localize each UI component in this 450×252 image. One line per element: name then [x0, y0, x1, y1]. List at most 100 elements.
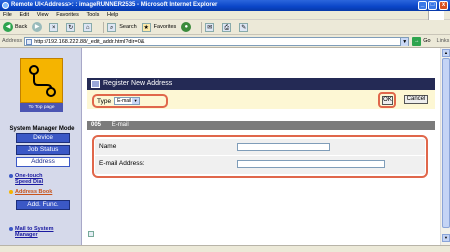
back-label: Back [15, 24, 28, 30]
menu-tools[interactable]: Tools [87, 12, 100, 18]
go-label: Go [423, 38, 431, 44]
page-icon [26, 38, 33, 45]
windows-logo-icon [428, 11, 444, 20]
name-label: Name [99, 143, 117, 150]
stop-icon: × [49, 22, 59, 32]
search-label: Search [119, 24, 137, 30]
minimize-button[interactable]: _ [418, 1, 427, 10]
page-icon [88, 231, 94, 237]
address-button[interactable]: Address [16, 157, 70, 167]
close-button[interactable]: x [439, 1, 448, 10]
address-url: http://192.168.222.88/_edit_addr.html?di… [34, 38, 145, 45]
search-icon: ⌕ [107, 22, 117, 32]
type-highlight: Type E-mail ▼ [92, 94, 168, 108]
type-select[interactable]: E-mail ▼ [114, 97, 141, 105]
one-touch-speed-dial-link[interactable]: One-touch Speed Dial [9, 173, 44, 185]
forward-arrow-icon: ▶ [32, 22, 43, 32]
browser-toolbar: ◀ Back ▶ × ↻ ⌂ ⌕ Search ★ Favorites ● ✉ … [0, 20, 450, 35]
edit-button[interactable]: ✎ [239, 22, 251, 32]
media-button[interactable]: ● [181, 22, 193, 32]
section-title: E-mail [111, 122, 129, 128]
menu-bar: File Edit View Favorites Tools Help [0, 11, 450, 20]
job-status-button[interactable]: Job Status [16, 145, 70, 155]
type-label: Type [97, 97, 112, 105]
cancel-button[interactable]: Cancel [404, 95, 428, 104]
route-icon [29, 65, 56, 97]
forward-button[interactable]: ▶ [32, 22, 44, 32]
chevron-down-icon: ▼ [132, 98, 140, 104]
scroll-thumb[interactable] [442, 58, 450, 228]
type-value: E-mail [117, 98, 132, 104]
media-icon: ● [181, 22, 192, 32]
main-area: Register New Address Type E-mail ▼ OK Ca… [82, 48, 440, 245]
device-button[interactable]: Device [16, 133, 70, 143]
home-icon: ⌂ [83, 22, 93, 32]
status-bar [0, 245, 450, 252]
mail-button[interactable]: ✉ [205, 22, 217, 32]
menu-edit[interactable]: Edit [20, 12, 29, 18]
register-title: Register New Address [103, 80, 173, 87]
bullet-icon [9, 227, 13, 231]
ok-highlight: OK [378, 92, 396, 108]
window-title: Remote UI<Address>: : imageRUNNER2535 - … [11, 2, 218, 8]
search-button[interactable]: ⌕ Search [107, 22, 137, 32]
menu-file[interactable]: File [3, 12, 12, 18]
left-sidebar: To Top page System Manager Mode Device J… [0, 48, 82, 245]
mail-link-line2: Manager [15, 232, 38, 238]
section-header: 005 E-mail [87, 121, 435, 130]
email-label: E-mail Address: [99, 160, 145, 167]
menu-help[interactable]: Help [107, 12, 118, 18]
refresh-icon: ↻ [66, 22, 76, 32]
go-button[interactable]: → Go [412, 36, 431, 46]
bullet-icon [9, 190, 13, 194]
ie-icon [2, 2, 9, 9]
address-label: Address [2, 38, 23, 44]
menu-view[interactable]: View [37, 12, 49, 18]
home-button[interactable]: ⌂ [83, 22, 95, 32]
email-row: E-mail Address: [95, 156, 425, 174]
toolbar-separator [201, 21, 203, 33]
top-page-link[interactable]: To Top page [20, 103, 63, 112]
fields-area: Name E-mail Address: [87, 130, 435, 221]
address-dropdown-icon[interactable]: ▼ [400, 37, 409, 46]
print-button[interactable]: ⎙ [222, 22, 234, 32]
register-header: Register New Address [87, 78, 435, 90]
edit-icon: ✎ [239, 22, 249, 32]
stop-button[interactable]: × [49, 22, 61, 32]
address-input[interactable]: http://192.168.222.88/_edit_addr.html?di… [24, 36, 410, 46]
ok-button[interactable]: OK [382, 96, 393, 105]
maximize-button[interactable]: □ [428, 1, 437, 10]
name-field[interactable] [237, 143, 330, 151]
back-button[interactable]: ◀ Back [3, 22, 27, 32]
type-row: Type E-mail ▼ OK Cancel [87, 90, 435, 109]
add-func-button[interactable]: Add. Func. [16, 200, 70, 210]
back-arrow-icon: ◀ [3, 22, 13, 32]
name-row: Name [95, 139, 425, 155]
address-book-label: Address Book [15, 189, 53, 195]
print-icon: ⎙ [222, 22, 232, 32]
favorites-button[interactable]: ★ Favorites [141, 22, 177, 32]
scroll-down-icon[interactable]: ▼ [442, 234, 450, 242]
links-label[interactable]: Links [437, 38, 450, 44]
address-book-link[interactable]: Address Book [9, 189, 53, 195]
refresh-button[interactable]: ↻ [66, 22, 78, 32]
go-arrow-icon: → [412, 36, 422, 46]
menu-favorites[interactable]: Favorites [56, 12, 79, 18]
favorites-label: Favorites [153, 24, 177, 30]
email-field[interactable] [237, 160, 385, 168]
bullet-icon [9, 174, 13, 178]
vertical-scrollbar[interactable]: ▲ ▼ [440, 48, 450, 245]
mail-to-system-manager-link[interactable]: Mail to System Manager [9, 226, 54, 238]
scroll-up-icon[interactable]: ▲ [442, 49, 450, 57]
section-number: 005 [91, 122, 102, 128]
speed-dial-label: Speed Dial [15, 179, 44, 185]
address-bar: Address http://192.168.222.88/_edit_addr… [0, 35, 450, 48]
top-page-logo[interactable] [20, 58, 63, 103]
address-book-icon [91, 80, 100, 88]
toolbar-separator [103, 21, 105, 33]
star-icon: ★ [141, 22, 151, 32]
mode-title: System Manager Mode [9, 126, 75, 132]
mail-icon: ✉ [205, 22, 215, 32]
page-content: To Top page System Manager Mode Device J… [0, 48, 440, 245]
window-title-bar: Remote UI<Address>: : imageRUNNER2535 - … [0, 0, 450, 11]
